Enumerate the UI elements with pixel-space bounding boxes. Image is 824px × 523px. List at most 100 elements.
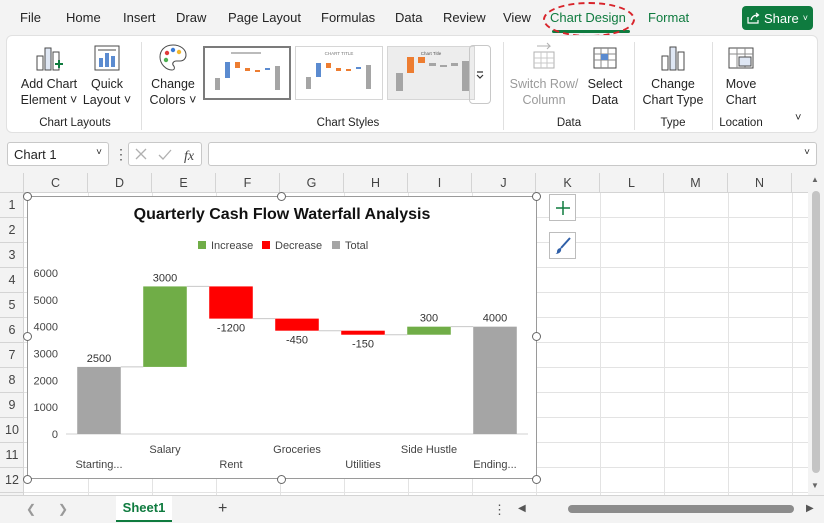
scroll-right-icon[interactable]: ▶ (806, 503, 814, 514)
resize-handle[interactable] (277, 192, 286, 201)
move-chart-icon (728, 47, 754, 69)
tab-file[interactable]: File (20, 10, 41, 25)
change-colors-button[interactable]: Change Colors ˅ (145, 42, 201, 108)
formula-input[interactable]: ˅ (208, 142, 817, 166)
group-data: Data (556, 117, 582, 129)
switch-row-column-label-2: Column (522, 93, 566, 107)
row-header[interactable]: 6 (0, 318, 24, 343)
change-chart-type-button[interactable]: Change Chart Type (639, 42, 707, 108)
chart-object[interactable]: Quarterly Cash Flow Waterfall Analysis I… (27, 196, 537, 479)
add-sheet-button[interactable]: + (218, 500, 227, 518)
quick-layout-label-2: Layout ˅ (82, 93, 132, 107)
row-header[interactable]: 9 (0, 393, 24, 418)
chart-title[interactable]: Quarterly Cash Flow Waterfall Analysis (134, 206, 431, 223)
horizontal-scrollbar[interactable] (530, 505, 802, 514)
row-header[interactable]: 11 (0, 443, 24, 468)
vertical-scroll-thumb[interactable] (812, 191, 820, 473)
resize-handle[interactable] (532, 192, 541, 201)
next-sheet-icon[interactable]: ❯ (58, 502, 68, 516)
name-box-value: Chart 1 (14, 147, 57, 162)
quick-layout-button[interactable]: Quick Layout ˅ (81, 42, 133, 108)
column-header[interactable]: M (664, 173, 728, 193)
horizontal-scroll-thumb[interactable] (568, 505, 794, 513)
tab-data[interactable]: Data (395, 10, 422, 25)
data-label: 2500 (87, 353, 111, 365)
resize-handle[interactable] (23, 475, 32, 484)
legend-label: Total (345, 240, 368, 252)
column-header[interactable]: J (472, 173, 536, 193)
row-header[interactable]: 7 (0, 343, 24, 368)
formula-actions-icons: fx (135, 148, 195, 164)
share-button[interactable]: Share ˅ (742, 6, 813, 30)
column-header[interactable]: L (600, 173, 664, 193)
sheet-tab-sheet1[interactable]: Sheet1 (116, 496, 172, 522)
tab-review[interactable]: Review (443, 10, 486, 25)
data-label: -1200 (217, 323, 245, 335)
chart-styles-button[interactable] (549, 232, 576, 259)
previous-sheet-icon[interactable]: ❮ (26, 502, 36, 516)
column-header[interactable]: N (728, 173, 792, 193)
tab-formulas[interactable]: Formulas (321, 10, 375, 25)
y-tick-label: 0 (52, 429, 58, 441)
chart-style-thumb-1[interactable] (203, 46, 291, 100)
name-box[interactable]: Chart 1 ˅ (7, 142, 109, 166)
row-header[interactable]: 5 (0, 293, 24, 318)
column-header[interactable]: I (408, 173, 472, 193)
scroll-down-icon[interactable]: ▼ (811, 481, 819, 490)
add-chart-element-button[interactable]: Add Chart Element ˅ (17, 42, 81, 108)
tab-page-layout[interactable]: Page Layout (228, 10, 301, 25)
column-header[interactable]: D (88, 173, 152, 193)
resize-handle[interactable] (23, 332, 32, 341)
row-header[interactable]: 4 (0, 268, 24, 293)
add-chart-element-label-1: Add Chart (20, 77, 78, 91)
scroll-up-icon[interactable]: ▲ (811, 175, 819, 184)
row-header[interactable]: 1 (0, 193, 24, 218)
column-header[interactable]: F (216, 173, 280, 193)
row-header[interactable]: 2 (0, 218, 24, 243)
tab-format[interactable]: Format (648, 10, 689, 25)
select-data-label-2: Data (591, 93, 619, 107)
tab-insert[interactable]: Insert (123, 10, 156, 25)
resize-handle[interactable] (532, 475, 541, 484)
resize-handle[interactable] (23, 192, 32, 201)
resize-handle[interactable] (277, 475, 286, 484)
column-header[interactable]: H (344, 173, 408, 193)
chart-elements-button[interactable] (549, 194, 576, 221)
plus-icon (555, 200, 570, 215)
tab-home[interactable]: Home (66, 10, 101, 25)
column-header[interactable]: E (152, 173, 216, 193)
plot-area[interactable]: 2500 Starting... 3000 Salary -1200 Rent -450 Gr… (75, 272, 517, 471)
collapse-ribbon-icon[interactable]: ˅ (795, 112, 801, 124)
select-all-corner[interactable] (0, 173, 24, 193)
more-options-icon[interactable]: ⋮ (493, 502, 506, 518)
data-label: 3000 (153, 272, 177, 284)
column-header[interactable]: G (280, 173, 344, 193)
add-chart-element-label-2: Element ˅ (20, 93, 78, 107)
waterfall-chart[interactable]: Quarterly Cash Flow Waterfall Analysis I… (28, 197, 536, 478)
menu-bar: File Home Insert Draw Page Layout Formul… (0, 0, 824, 37)
row-header[interactable]: 10 (0, 418, 24, 443)
more-options-icon[interactable]: ⋮ (114, 146, 128, 163)
scroll-left-icon[interactable]: ◀ (518, 503, 526, 514)
chart-style-thumb-2[interactable]: CHART TITLE (295, 46, 383, 100)
chart-style-thumb-3[interactable]: Chart Title (387, 46, 475, 100)
chevron-down-icon[interactable]: ˅ (96, 147, 102, 158)
chevron-down-icon[interactable]: ˅ (804, 147, 810, 158)
chart-legend[interactable]: Increase Decrease Total (198, 240, 368, 252)
select-data-icon (593, 47, 617, 69)
select-data-button[interactable]: Select Data (581, 42, 629, 108)
column-header[interactable]: C (24, 173, 88, 193)
switch-row-column-label-1: Switch Row/ (509, 77, 579, 91)
resize-handle[interactable] (532, 332, 541, 341)
tab-view[interactable]: View (503, 10, 531, 25)
row-header[interactable]: 8 (0, 368, 24, 393)
column-header[interactable]: K (536, 173, 600, 193)
vertical-scrollbar[interactable]: ▲ ▼ (808, 173, 824, 495)
row-header[interactable]: 3 (0, 243, 24, 268)
quick-layout-icon (94, 45, 120, 71)
gallery-more-button[interactable] (469, 45, 491, 104)
switch-row-column-button[interactable]: Switch Row/ Column (509, 42, 579, 108)
tab-draw[interactable]: Draw (176, 10, 206, 25)
move-chart-button[interactable]: Move Chart (717, 42, 765, 108)
row-header[interactable]: 12 (0, 468, 24, 493)
